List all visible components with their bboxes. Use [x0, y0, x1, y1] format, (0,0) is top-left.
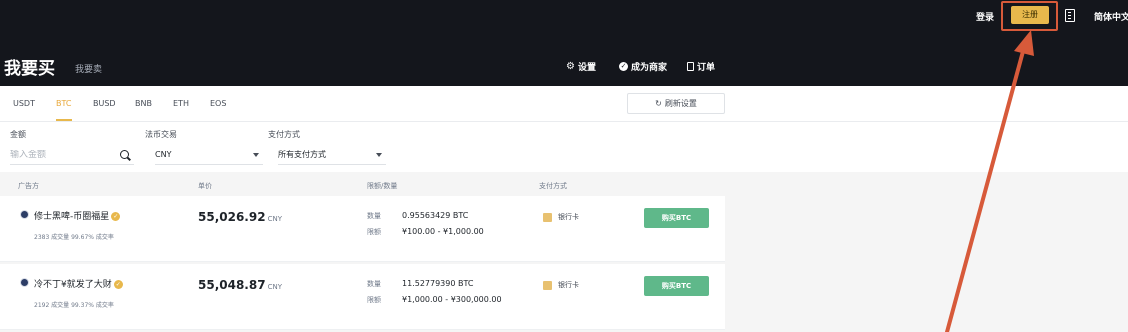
payment-label: 支付方式	[268, 130, 300, 139]
tab-busd[interactable]: BUSD	[93, 99, 116, 108]
tab-eth[interactable]: ETH	[173, 99, 189, 108]
annotation-highlight-box	[1001, 1, 1058, 31]
bank-card-icon	[543, 212, 552, 222]
payment-method: 银行卡	[543, 280, 579, 290]
chevron-down-icon	[253, 152, 259, 157]
check-circle-icon: ✓	[619, 62, 628, 71]
table-row: 修士黑啤-币圈福星 ✓ 2383 成交量 99.67% 成交率 55,026.92…	[0, 196, 725, 262]
quantity-line: 数量 0.95563429 BTC	[367, 211, 468, 221]
advertiser-name-row[interactable]: 冷不丁¥就发了大财 ✓	[34, 277, 123, 290]
limit-value: ¥100.00 - ¥1,000.00	[402, 227, 484, 236]
quantity-label: 数量	[367, 280, 381, 288]
advertiser-name: 修士黑啤-币圈福星	[34, 212, 110, 222]
col-advertiser: 广告方	[18, 182, 39, 190]
document-icon	[687, 62, 694, 71]
verified-badge-icon: ✓	[111, 212, 121, 221]
verified-badge-icon: ✓	[113, 280, 123, 289]
language-selector[interactable]: 简体中文	[1094, 10, 1128, 23]
login-link[interactable]: 登录	[976, 10, 994, 23]
active-tab-indicator	[56, 119, 72, 121]
tab-eos[interactable]: EOS	[210, 99, 226, 108]
col-price: 单价	[198, 182, 212, 190]
merchant-label: 成为商家	[631, 63, 668, 73]
avatar	[20, 210, 29, 219]
col-payment: 支付方式	[539, 182, 567, 190]
become-merchant-link[interactable]: ✓ 成为商家	[619, 60, 667, 73]
fiat-label: 法币交易	[145, 130, 177, 139]
orders-label: 订单	[697, 63, 716, 73]
unit-price: 55,048.87 CNY	[198, 278, 282, 292]
price-currency: CNY	[267, 215, 282, 223]
advertiser-stats: 2192 成交量 99.37% 成交率	[34, 302, 114, 309]
payment-method: 银行卡	[543, 212, 579, 222]
price-value: 55,048.87	[198, 278, 266, 292]
quantity-value: 0.95563429 BTC	[402, 211, 469, 220]
orders-link[interactable]: 订单	[687, 60, 715, 73]
fiat-select[interactable]: CNY	[155, 145, 263, 165]
search-icon[interactable]	[120, 149, 130, 160]
bank-card-icon	[543, 280, 552, 290]
tab-sell[interactable]: 我要卖	[75, 62, 102, 75]
payment-method-label: 银行卡	[558, 213, 579, 221]
col-limit-qty: 限额/数量	[367, 182, 398, 190]
avatar	[20, 278, 29, 287]
amount-field	[10, 145, 134, 165]
limit-value: ¥1,000.00 - ¥300,000.00	[402, 295, 502, 304]
top-header: 登录 注册 简体中文 我要买 我要卖 ⚙ 设置 ✓ 成为商家 订单	[0, 0, 1128, 86]
price-value: 55,026.92	[198, 210, 266, 224]
unit-price: 55,026.92 CNY	[198, 210, 282, 224]
table-header: 广告方 单价 限额/数量 支付方式	[0, 172, 1128, 196]
tab-bnb[interactable]: BNB	[135, 99, 152, 108]
price-currency: CNY	[267, 283, 282, 291]
payment-value: 所有支付方式	[278, 150, 326, 159]
refresh-label: 刷新设置	[664, 99, 697, 108]
refresh-icon: ↻	[655, 99, 662, 108]
refresh-settings-button[interactable]: ↻ 刷新设置	[627, 93, 725, 114]
chevron-down-icon	[376, 152, 382, 157]
filter-bar: 金额 法币交易 CNY 支付方式 所有支付方式	[0, 122, 1128, 172]
buy-btc-button[interactable]: 购买BTC	[644, 208, 709, 228]
settings-link[interactable]: ⚙ 设置	[566, 60, 596, 73]
gear-icon: ⚙	[566, 60, 575, 72]
limit-line: 限额 ¥100.00 - ¥1,000.00	[367, 227, 484, 237]
payment-select[interactable]: 所有支付方式	[278, 145, 386, 165]
tab-buy[interactable]: 我要买	[4, 54, 55, 79]
amount-input[interactable]	[10, 149, 100, 160]
limit-label: 限额	[367, 228, 381, 236]
tab-usdt[interactable]: USDT	[13, 99, 35, 108]
quantity-value: 11.52779390 BTC	[402, 279, 474, 288]
quantity-label: 数量	[367, 212, 381, 220]
table-row: 冷不丁¥就发了大财 ✓ 2192 成交量 99.37% 成交率 55,048.87…	[0, 264, 725, 330]
limit-line: 限额 ¥1,000.00 - ¥300,000.00	[367, 295, 502, 305]
fiat-value: CNY	[155, 150, 172, 159]
limit-label: 限额	[367, 296, 381, 304]
quantity-line: 数量 11.52779390 BTC	[367, 279, 473, 289]
tab-btc[interactable]: BTC	[56, 99, 72, 108]
advertiser-name: 冷不丁¥就发了大财	[34, 280, 112, 290]
advertiser-name-row[interactable]: 修士黑啤-币圈福星 ✓	[34, 209, 121, 222]
coin-tabs-bar: USDT BTC BUSD BNB ETH EOS ↻ 刷新设置	[0, 86, 1128, 122]
payment-method-label: 银行卡	[558, 281, 579, 289]
download-app-icon[interactable]	[1065, 9, 1075, 22]
advertiser-stats: 2383 成交量 99.67% 成交率	[34, 234, 114, 241]
settings-label: 设置	[577, 63, 596, 73]
amount-label: 金额	[10, 130, 26, 139]
buy-btc-button[interactable]: 购买BTC	[644, 276, 709, 296]
